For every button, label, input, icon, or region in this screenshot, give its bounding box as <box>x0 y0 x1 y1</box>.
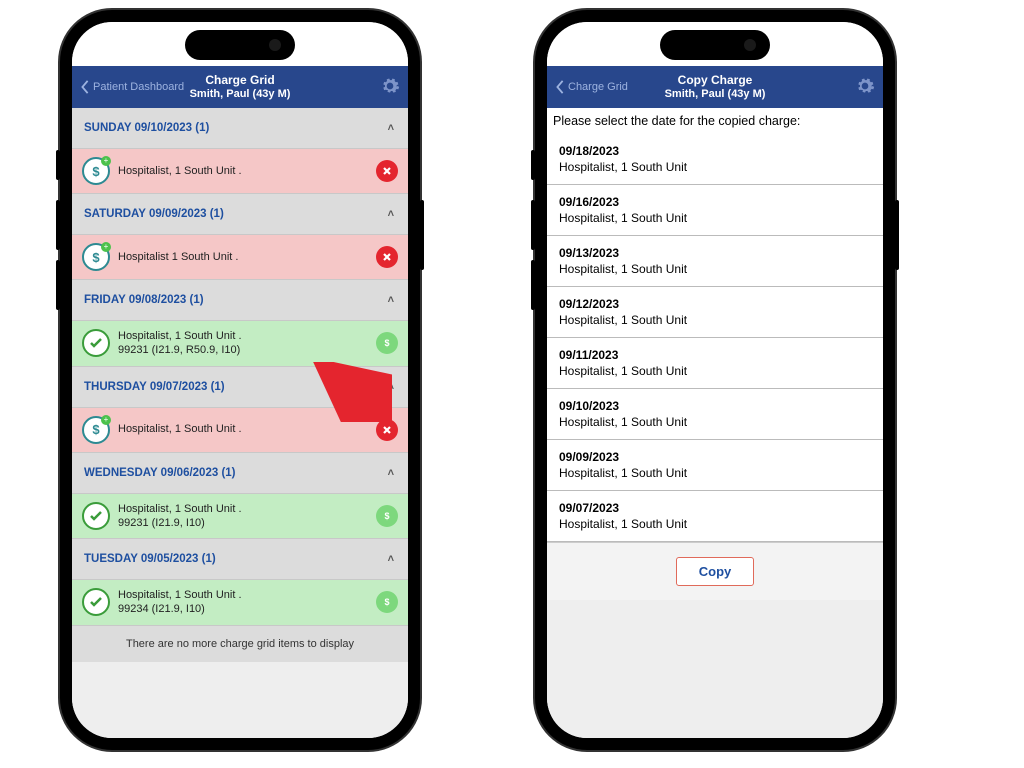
copy-date-option[interactable]: 09/16/2023 Hospitalist, 1 South Unit <box>547 185 883 236</box>
charge-dollar-icon: $+ <box>82 243 110 271</box>
option-date: 09/12/2023 <box>559 297 871 311</box>
option-meta: Hospitalist, 1 South Unit <box>559 415 871 429</box>
app-header: Charge Grid Copy Charge Smith, Paul (43y… <box>547 66 883 108</box>
patient-name: Smith, Paul (43y M) <box>665 88 766 101</box>
instruction-text: Please select the date for the copied ch… <box>547 108 883 134</box>
option-date: 09/16/2023 <box>559 195 871 209</box>
status-dollar-icon[interactable]: $ <box>376 332 398 354</box>
day-header[interactable]: THURSDAY 09/07/2023 (1)˄ <box>72 367 408 408</box>
status-error-icon[interactable] <box>376 246 398 268</box>
no-more-items: There are no more charge grid items to d… <box>72 626 408 662</box>
status-dollar-icon[interactable]: $ <box>376 591 398 613</box>
chevron-up-icon: ˄ <box>388 381 394 393</box>
dynamic-island <box>660 30 770 60</box>
charge-complete-icon <box>82 502 110 530</box>
patient-name: Smith, Paul (43y M) <box>190 88 291 101</box>
copy-date-option[interactable]: 09/09/2023 Hospitalist, 1 South Unit <box>547 440 883 491</box>
copy-date-option[interactable]: 09/13/2023 Hospitalist, 1 South Unit <box>547 236 883 287</box>
gear-icon <box>380 76 400 96</box>
option-meta: Hospitalist, 1 South Unit <box>559 364 871 378</box>
option-date: 09/09/2023 <box>559 450 871 464</box>
copy-date-option[interactable]: 09/11/2023 Hospitalist, 1 South Unit <box>547 338 883 389</box>
option-meta: Hospitalist, 1 South Unit <box>559 160 871 174</box>
gear-icon <box>855 76 875 96</box>
option-date: 09/18/2023 <box>559 144 871 158</box>
option-date: 09/11/2023 <box>559 348 871 362</box>
day-header[interactable]: WEDNESDAY 09/06/2023 (1)˄ <box>72 453 408 494</box>
day-header[interactable]: FRIDAY 09/08/2023 (1)˄ <box>72 280 408 321</box>
phone-frame-left: Patient Dashboard Charge Grid Smith, Pau… <box>60 10 420 750</box>
charge-row[interactable]: Hospitalist, 1 South Unit .99231 (I21.9,… <box>72 321 408 367</box>
charge-text: Hospitalist, 1 South Unit .99234 (I21.9,… <box>118 588 242 617</box>
charge-row[interactable]: Hospitalist, 1 South Unit .99234 (I21.9,… <box>72 580 408 626</box>
day-header[interactable]: SUNDAY 09/10/2023 (1)˄ <box>72 108 408 149</box>
status-dollar-icon[interactable]: $ <box>376 505 398 527</box>
chevron-up-icon: ˄ <box>388 122 394 134</box>
option-date: 09/07/2023 <box>559 501 871 515</box>
charge-dollar-icon: $+ <box>82 157 110 185</box>
app-header: Patient Dashboard Charge Grid Smith, Pau… <box>72 66 408 108</box>
back-button[interactable]: Patient Dashboard <box>80 80 184 94</box>
day-header[interactable]: SATURDAY 09/09/2023 (1)˄ <box>72 194 408 235</box>
chevron-up-icon: ˄ <box>388 208 394 220</box>
page-title: Copy Charge <box>665 73 766 87</box>
chevron-left-icon <box>555 80 565 94</box>
back-label: Patient Dashboard <box>93 81 184 93</box>
option-meta: Hospitalist, 1 South Unit <box>559 211 871 225</box>
page-title: Charge Grid <box>190 73 291 87</box>
charge-text: Hospitalist, 1 South Unit . <box>118 422 242 436</box>
svg-text:$: $ <box>384 511 389 521</box>
chevron-up-icon: ˄ <box>388 553 394 565</box>
phone-frame-right: Charge Grid Copy Charge Smith, Paul (43y… <box>535 10 895 750</box>
charge-complete-icon <box>82 588 110 616</box>
copy-date-option[interactable]: 09/12/2023 Hospitalist, 1 South Unit <box>547 287 883 338</box>
charge-text: Hospitalist, 1 South Unit .99231 (I21.9,… <box>118 329 242 358</box>
copy-date-option[interactable]: 09/18/2023 Hospitalist, 1 South Unit <box>547 134 883 185</box>
option-meta: Hospitalist, 1 South Unit <box>559 517 871 531</box>
copy-date-option[interactable]: 09/07/2023 Hospitalist, 1 South Unit <box>547 491 883 542</box>
option-meta: Hospitalist, 1 South Unit <box>559 313 871 327</box>
charge-row[interactable]: $+ Hospitalist, 1 South Unit . <box>72 149 408 194</box>
charge-row[interactable]: $+ Hospitalist 1 South Unit . <box>72 235 408 280</box>
settings-button[interactable] <box>855 76 875 99</box>
copy-date-option[interactable]: 09/10/2023 Hospitalist, 1 South Unit <box>547 389 883 440</box>
chevron-up-icon: ˄ <box>388 294 394 306</box>
option-date: 09/10/2023 <box>559 399 871 413</box>
dynamic-island <box>185 30 295 60</box>
day-header[interactable]: TUESDAY 09/05/2023 (1)˄ <box>72 539 408 580</box>
settings-button[interactable] <box>380 76 400 99</box>
charge-text: Hospitalist, 1 South Unit .99231 (I21.9,… <box>118 502 242 531</box>
charge-row[interactable]: Hospitalist, 1 South Unit .99231 (I21.9,… <box>72 494 408 540</box>
copy-button[interactable]: Copy <box>676 557 755 586</box>
option-meta: Hospitalist, 1 South Unit <box>559 466 871 480</box>
option-meta: Hospitalist, 1 South Unit <box>559 262 871 276</box>
status-error-icon[interactable] <box>376 160 398 182</box>
status-error-icon[interactable] <box>376 419 398 441</box>
svg-text:$: $ <box>384 597 389 607</box>
svg-text:$: $ <box>384 338 389 348</box>
charge-text: Hospitalist, 1 South Unit . <box>118 164 242 178</box>
charge-complete-icon <box>82 329 110 357</box>
chevron-up-icon: ˄ <box>388 467 394 479</box>
charge-row[interactable]: $+ Hospitalist, 1 South Unit . <box>72 408 408 453</box>
charge-text: Hospitalist 1 South Unit . <box>118 250 238 264</box>
option-date: 09/13/2023 <box>559 246 871 260</box>
back-button[interactable]: Charge Grid <box>555 80 628 94</box>
charge-dollar-icon: $+ <box>82 416 110 444</box>
chevron-left-icon <box>80 80 90 94</box>
back-label: Charge Grid <box>568 81 628 93</box>
